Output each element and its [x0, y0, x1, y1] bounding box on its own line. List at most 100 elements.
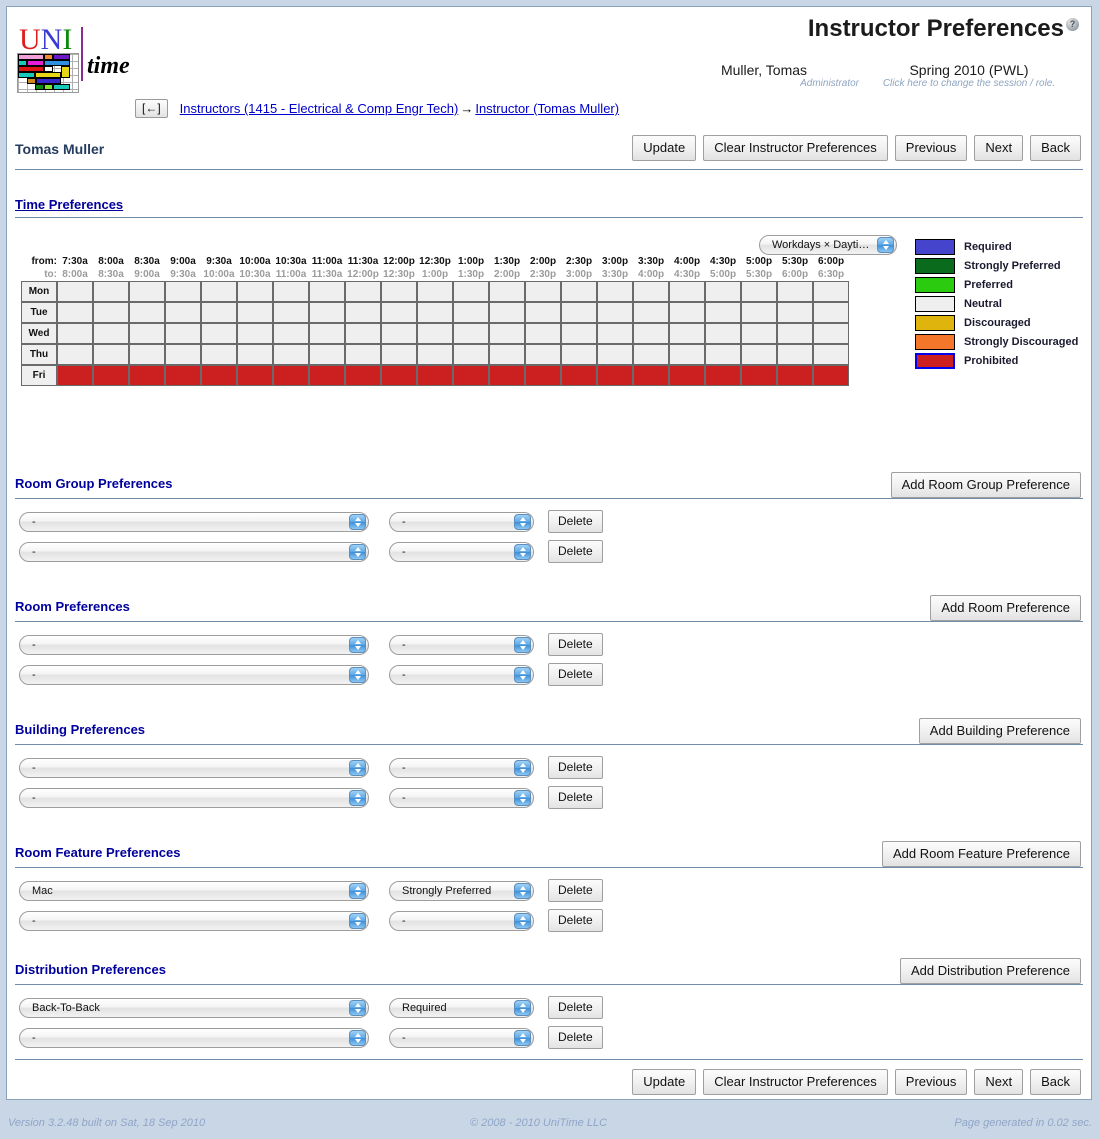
time-slot-cell[interactable] — [489, 302, 525, 323]
time-slot-cell[interactable] — [633, 365, 669, 386]
time-pattern-select[interactable]: Workdays × Daytime — [759, 235, 897, 255]
time-slot-cell[interactable] — [741, 365, 777, 386]
time-slot-cell[interactable] — [273, 344, 309, 365]
time-slot-cell[interactable] — [777, 365, 813, 386]
preference-level-select[interactable]: - — [389, 1027, 534, 1048]
preference-level-select[interactable]: - — [389, 634, 534, 655]
add-button-building-preferences[interactable]: Add Building Preference — [918, 718, 1081, 744]
legend-row[interactable]: Strongly Discouraged — [915, 332, 1078, 351]
time-slot-cell[interactable] — [129, 344, 165, 365]
time-slot-cell[interactable] — [129, 365, 165, 386]
time-slot-cell[interactable] — [813, 365, 849, 386]
time-slot-cell[interactable] — [381, 365, 417, 386]
time-slot-cell[interactable] — [273, 281, 309, 302]
time-slot-cell[interactable] — [741, 302, 777, 323]
time-slot-cell[interactable] — [489, 344, 525, 365]
time-slot-cell[interactable] — [93, 281, 129, 302]
clear-instructor-preferences-button-top[interactable]: Clear Instructor Preferences — [703, 135, 888, 161]
time-slot-cell[interactable] — [705, 323, 741, 344]
time-slot-cell[interactable] — [705, 344, 741, 365]
time-slot-cell[interactable] — [345, 323, 381, 344]
time-slot-cell[interactable] — [705, 281, 741, 302]
previous-button-bottom[interactable]: Previous — [894, 1069, 968, 1095]
time-slot-cell[interactable] — [813, 302, 849, 323]
time-slot-cell[interactable] — [381, 281, 417, 302]
time-slot-cell[interactable] — [813, 323, 849, 344]
time-slot-cell[interactable] — [57, 323, 93, 344]
time-slot-cell[interactable] — [345, 344, 381, 365]
time-slot-cell[interactable] — [777, 344, 813, 365]
add-button-room-preferences[interactable]: Add Room Preference — [930, 595, 1081, 621]
time-slot-cell[interactable] — [237, 302, 273, 323]
time-slot-cell[interactable] — [165, 344, 201, 365]
time-slot-cell[interactable] — [489, 281, 525, 302]
time-slot-cell[interactable] — [273, 302, 309, 323]
time-slot-cell[interactable] — [417, 281, 453, 302]
delete-preference-button[interactable]: Delete — [548, 1026, 603, 1049]
back-button-bottom[interactable]: Back — [1030, 1069, 1081, 1095]
preference-item-select[interactable]: - — [19, 787, 369, 808]
time-slot-cell[interactable] — [237, 365, 273, 386]
time-slot-cell[interactable] — [669, 323, 705, 344]
time-slot-cell[interactable] — [561, 365, 597, 386]
time-slot-cell[interactable] — [201, 365, 237, 386]
previous-button-top[interactable]: Previous — [894, 135, 968, 161]
time-slot-cell[interactable] — [525, 281, 561, 302]
add-button-room-feature-preferences[interactable]: Add Room Feature Preference — [881, 841, 1081, 867]
time-slot-cell[interactable] — [777, 302, 813, 323]
time-slot-cell[interactable] — [309, 365, 345, 386]
preference-level-select[interactable]: - — [389, 664, 534, 685]
time-slot-cell[interactable] — [129, 281, 165, 302]
time-slot-cell[interactable] — [633, 302, 669, 323]
time-slot-cell[interactable] — [669, 281, 705, 302]
time-slot-cell[interactable] — [525, 344, 561, 365]
time-slot-cell[interactable] — [489, 323, 525, 344]
preference-level-select[interactable]: - — [389, 757, 534, 778]
legend-row[interactable]: Preferred — [915, 275, 1078, 294]
time-slot-cell[interactable] — [345, 302, 381, 323]
preference-level-select[interactable]: - — [389, 541, 534, 562]
time-slot-cell[interactable] — [453, 344, 489, 365]
preference-level-select[interactable]: Required — [389, 997, 534, 1018]
delete-preference-button[interactable]: Delete — [548, 879, 603, 902]
delete-preference-button[interactable]: Delete — [548, 510, 603, 533]
time-slot-cell[interactable] — [129, 302, 165, 323]
time-slot-cell[interactable] — [525, 323, 561, 344]
legend-swatch[interactable] — [915, 333, 955, 350]
breadcrumb-link-instructor[interactable]: Instructor (Tomas Muller) — [475, 101, 619, 116]
time-slot-cell[interactable] — [345, 365, 381, 386]
time-slot-cell[interactable] — [669, 302, 705, 323]
clear-instructor-preferences-button-bottom[interactable]: Clear Instructor Preferences — [703, 1069, 888, 1095]
time-slot-cell[interactable] — [561, 323, 597, 344]
time-slot-cell[interactable] — [201, 323, 237, 344]
time-slot-cell[interactable] — [633, 281, 669, 302]
time-slot-cell[interactable] — [741, 281, 777, 302]
time-slot-cell[interactable] — [777, 281, 813, 302]
time-slot-cell[interactable] — [237, 344, 273, 365]
legend-swatch[interactable] — [915, 257, 955, 274]
time-slot-cell[interactable] — [705, 365, 741, 386]
preference-item-select[interactable]: - — [19, 757, 369, 778]
preference-item-select[interactable]: - — [19, 511, 369, 532]
add-button-distribution-preferences[interactable]: Add Distribution Preference — [900, 958, 1081, 984]
next-button-top[interactable]: Next — [974, 135, 1024, 161]
time-slot-cell[interactable] — [309, 344, 345, 365]
time-slot-cell[interactable] — [93, 323, 129, 344]
add-button-room-group-preferences[interactable]: Add Room Group Preference — [890, 472, 1081, 498]
time-slot-cell[interactable] — [741, 344, 777, 365]
time-slot-cell[interactable] — [525, 365, 561, 386]
time-slot-cell[interactable] — [453, 302, 489, 323]
time-slot-cell[interactable] — [417, 344, 453, 365]
preference-item-select[interactable]: Mac — [19, 880, 369, 901]
time-slot-cell[interactable] — [165, 302, 201, 323]
time-slot-cell[interactable] — [237, 323, 273, 344]
preference-item-select[interactable]: Back-To-Back — [19, 997, 369, 1018]
delete-preference-button[interactable]: Delete — [548, 633, 603, 656]
time-slot-cell[interactable] — [561, 302, 597, 323]
time-slot-cell[interactable] — [273, 323, 309, 344]
legend-row[interactable]: Discouraged — [915, 313, 1078, 332]
time-slot-cell[interactable] — [57, 302, 93, 323]
time-slot-cell[interactable] — [165, 323, 201, 344]
time-slot-cell[interactable] — [813, 281, 849, 302]
session-block[interactable]: Spring 2010 (PWL) Click here to change t… — [859, 62, 1079, 89]
